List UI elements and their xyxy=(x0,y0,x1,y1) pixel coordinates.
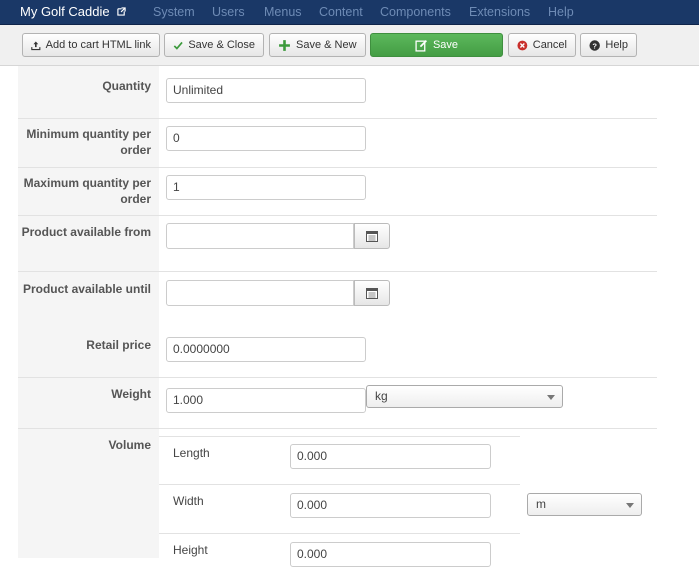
toolbar: Add to cart HTML link Save & Close Save … xyxy=(0,25,699,66)
volume-table-top-border xyxy=(159,436,520,437)
max-quantity-input[interactable]: 1 xyxy=(166,175,366,200)
save-close-label: Save & Close xyxy=(188,39,255,51)
available-until-input[interactable] xyxy=(166,280,354,306)
available-from-calendar-button[interactable] xyxy=(354,223,390,249)
cancel-button[interactable]: Cancel xyxy=(508,33,576,57)
max-quantity-label: Maximum quantity per order xyxy=(23,176,151,206)
menu-components[interactable]: Components xyxy=(380,5,451,19)
product-form: Quantity Unlimited Minimum quantity per … xyxy=(18,66,657,567)
available-until-label: Product available until xyxy=(22,282,151,296)
length-input[interactable]: 0.000 xyxy=(290,444,491,469)
svg-text:?: ? xyxy=(592,41,597,50)
menu-help[interactable]: Help xyxy=(548,5,574,19)
save-new-button[interactable]: Save & New xyxy=(269,33,366,57)
save-new-label: Save & New xyxy=(296,39,357,51)
weight-label: Weight xyxy=(111,387,151,401)
volume-row-divider xyxy=(159,484,520,485)
quantity-label: Quantity xyxy=(102,79,151,93)
help-label: Help xyxy=(605,39,628,51)
height-label: Height xyxy=(173,543,208,557)
chevron-down-icon xyxy=(626,503,634,508)
weight-input[interactable]: 1.000 xyxy=(166,388,366,413)
site-brand-link[interactable]: My Golf Caddie xyxy=(20,4,126,19)
volume-label: Volume xyxy=(108,438,151,452)
chevron-down-icon xyxy=(547,395,555,400)
volume-unit-select[interactable]: m xyxy=(527,493,642,516)
min-quantity-input[interactable]: 0 xyxy=(166,126,366,151)
retail-price-input[interactable]: 0.0000000 xyxy=(166,337,366,362)
min-quantity-label: Minimum quantity per order xyxy=(26,127,151,157)
menu-extensions[interactable]: Extensions xyxy=(469,5,530,19)
menu-content[interactable]: Content xyxy=(319,5,363,19)
external-link-icon xyxy=(117,7,126,16)
add-to-cart-label: Add to cart HTML link xyxy=(45,39,151,51)
height-input[interactable]: 0.000 xyxy=(290,542,491,567)
available-from-input[interactable] xyxy=(166,223,354,249)
weight-unit-value: kg xyxy=(375,389,388,403)
volume-row-divider xyxy=(159,533,520,534)
row-divider xyxy=(18,167,657,168)
add-to-cart-link-button[interactable]: Add to cart HTML link xyxy=(22,33,160,57)
calendar-icon xyxy=(366,231,378,242)
save-button[interactable]: Save xyxy=(370,33,503,57)
save-label: Save xyxy=(432,39,459,51)
top-navbar: My Golf Caddie System Users Menus Conten… xyxy=(0,0,699,25)
retail-price-label: Retail price xyxy=(86,338,151,352)
edit-icon xyxy=(415,39,427,52)
menu-users[interactable]: Users xyxy=(212,5,245,19)
help-button[interactable]: ? Help xyxy=(580,33,637,57)
plus-icon xyxy=(279,39,290,51)
row-divider xyxy=(18,271,657,272)
menu-system[interactable]: System xyxy=(153,5,195,19)
row-divider xyxy=(18,215,657,216)
row-divider xyxy=(18,428,657,429)
quantity-input[interactable]: Unlimited xyxy=(166,78,366,103)
volume-unit-value: m xyxy=(536,497,546,511)
check-icon xyxy=(173,41,183,50)
row-divider xyxy=(18,377,657,378)
question-icon: ? xyxy=(589,39,600,51)
site-brand-label: My Golf Caddie xyxy=(20,4,110,19)
cancel-icon xyxy=(517,40,528,50)
save-close-button[interactable]: Save & Close xyxy=(164,33,264,57)
available-from-label: Product available from xyxy=(21,225,151,239)
weight-unit-select[interactable]: kg xyxy=(366,385,563,408)
cancel-label: Cancel xyxy=(532,39,567,51)
width-label: Width xyxy=(173,494,204,508)
available-until-calendar-button[interactable] xyxy=(354,280,390,306)
width-input[interactable]: 0.000 xyxy=(290,493,491,518)
upload-icon xyxy=(31,40,41,50)
length-label: Length xyxy=(173,446,210,460)
row-divider xyxy=(18,118,657,119)
calendar-icon xyxy=(366,288,378,299)
menu-menus[interactable]: Menus xyxy=(264,5,302,19)
